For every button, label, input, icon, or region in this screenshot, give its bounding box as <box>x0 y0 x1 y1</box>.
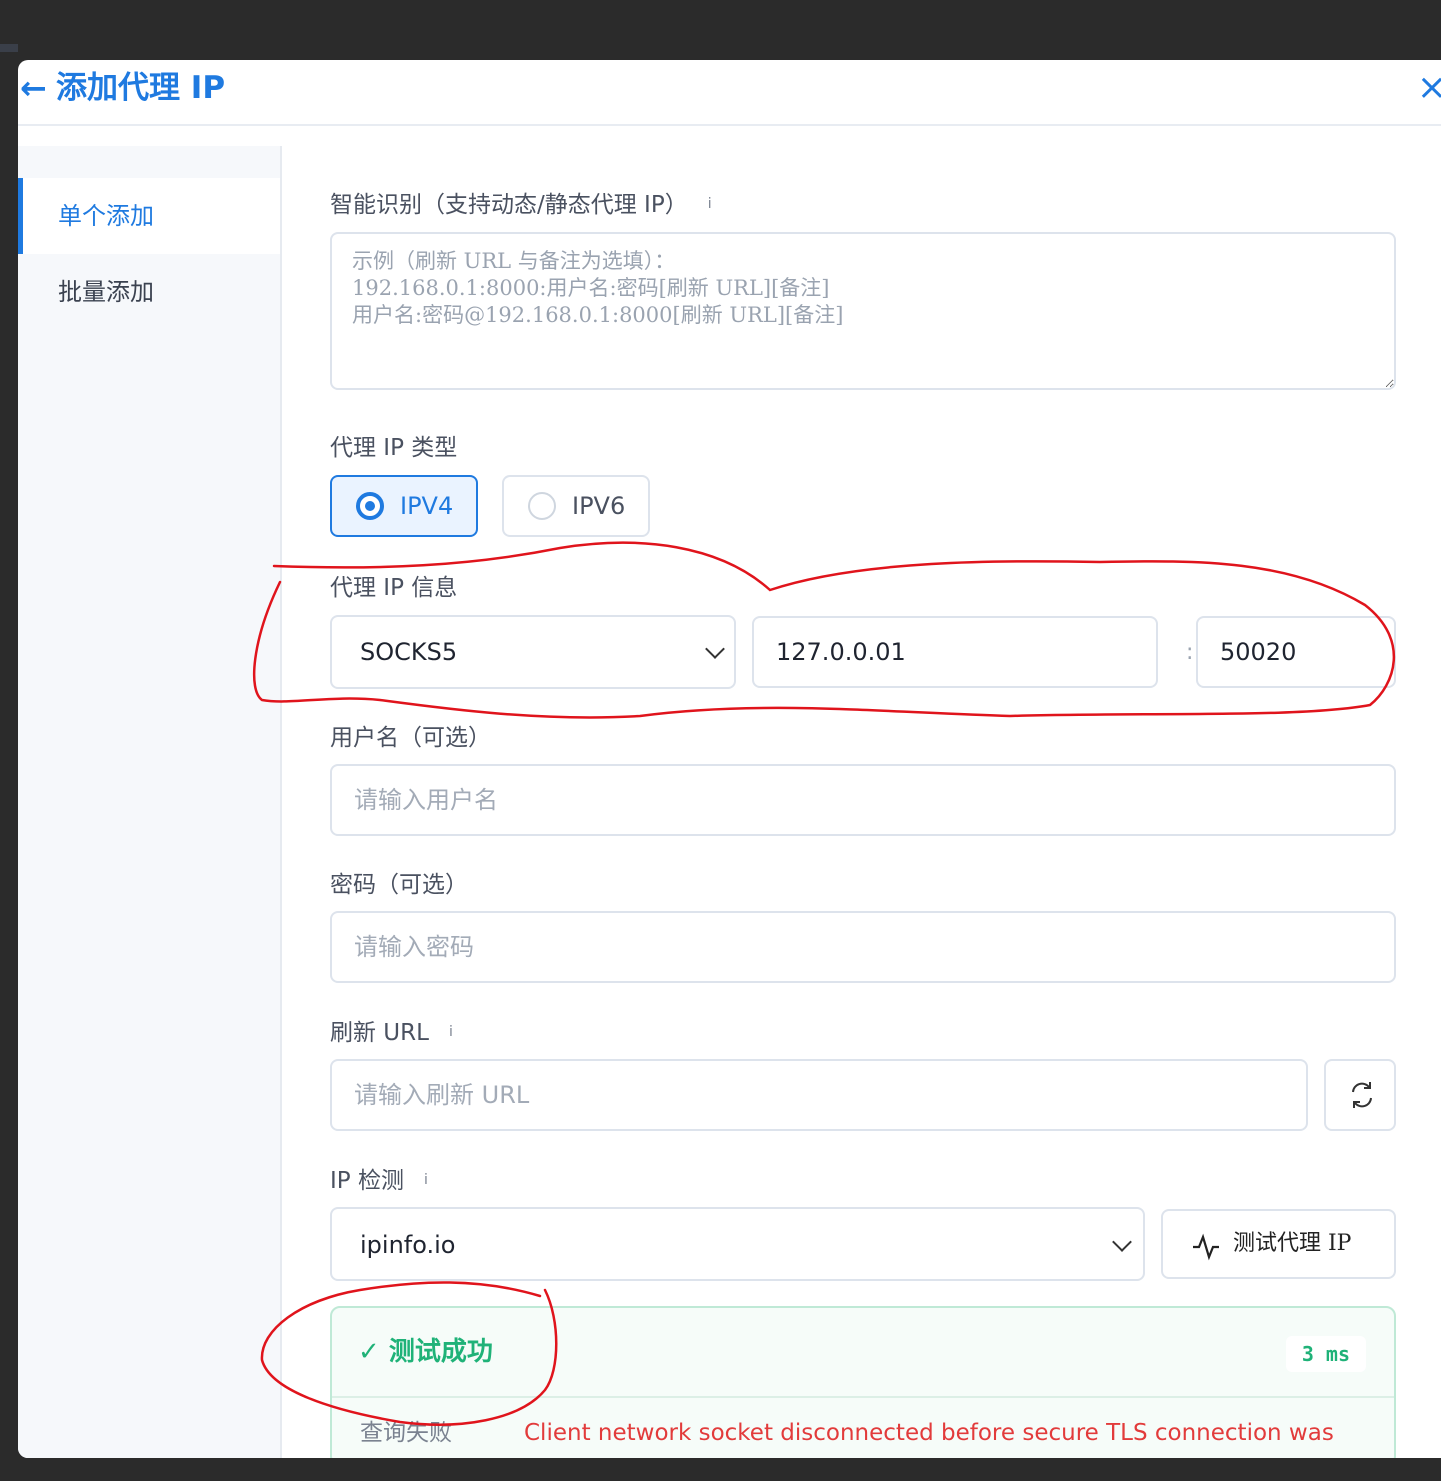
test-result-header: ✓ 测试成功 3 ms <box>332 1308 1394 1398</box>
pulse-icon <box>1193 1233 1219 1261</box>
ip-type-option-label: IPV4 <box>400 492 454 520</box>
password-label: 密码（可选） <box>330 872 468 898</box>
refresh-icon <box>1352 1082 1372 1108</box>
ip-check-service-select[interactable]: ipinfo.io <box>330 1207 1145 1281</box>
add-proxy-dialog: ← 添加代理 IP × 单个添加 批量添加 智能识别（支持动态/静态代理 IP）… <box>18 60 1441 1458</box>
sidebar-item-single-add[interactable]: 单个添加 <box>18 178 280 254</box>
sidebar: 单个添加 批量添加 <box>18 146 282 1458</box>
password-input[interactable] <box>330 911 1396 983</box>
back-arrow-icon[interactable]: ← <box>20 68 47 108</box>
smart-recognize-input[interactable] <box>330 232 1396 390</box>
info-icon[interactable]: i <box>708 196 712 212</box>
port-input[interactable] <box>1196 616 1396 688</box>
username-label: 用户名（可选） <box>330 725 491 751</box>
dialog-title: 添加代理 IP <box>56 70 226 106</box>
test-proxy-button[interactable]: 测试代理 IP <box>1161 1209 1396 1279</box>
smart-recognize-label-text: 智能识别（支持动态/静态代理 IP） <box>330 192 688 218</box>
chevron-down-icon <box>705 639 725 659</box>
ip-type-option-ipv4[interactable]: IPV4 <box>330 475 478 537</box>
ip-type-label: 代理 IP 类型 <box>330 435 458 461</box>
latency-badge: 3 ms <box>1285 1336 1366 1372</box>
refresh-url-label: 刷新 URL i <box>330 1016 453 1049</box>
result-error-text: Client network socket disconnected befor… <box>524 1420 1334 1446</box>
radio-checked-icon <box>356 492 384 520</box>
form-main: 智能识别（支持动态/静态代理 IP） i 代理 IP 类型 IPV4 IPV6 代… <box>330 60 1396 1458</box>
ip-check-label-text: IP 检测 <box>330 1168 404 1194</box>
info-icon[interactable]: i <box>449 1024 453 1040</box>
check-icon: ✓ <box>358 1337 380 1367</box>
ip-check-service-value: ipinfo.io <box>360 1231 456 1259</box>
ip-info-label: 代理 IP 信息 <box>330 575 458 601</box>
backdrop-strip <box>0 44 18 52</box>
protocol-select-value: SOCKS5 <box>360 638 458 666</box>
test-result-status: ✓ 测试成功 <box>358 1332 493 1372</box>
close-icon[interactable]: × <box>1417 66 1441 110</box>
ip-type-option-ipv6[interactable]: IPV6 <box>502 475 650 537</box>
refresh-url-label-text: 刷新 URL <box>330 1020 429 1046</box>
info-icon[interactable]: i <box>424 1172 428 1188</box>
sidebar-item-batch-add[interactable]: 批量添加 <box>18 254 280 330</box>
ip-type-option-label: IPV6 <box>572 492 626 520</box>
test-result-panel: ✓ 测试成功 3 ms 查询失败 Client network socket d… <box>330 1306 1396 1458</box>
refresh-button[interactable] <box>1324 1059 1396 1131</box>
username-input[interactable] <box>330 764 1396 836</box>
test-proxy-button-label: 测试代理 IP <box>1233 1231 1352 1256</box>
test-result-status-text: 测试成功 <box>388 1337 493 1367</box>
smart-recognize-label: 智能识别（支持动态/静态代理 IP） i <box>330 188 712 221</box>
ip-check-label: IP 检测 i <box>330 1164 428 1197</box>
result-row-label: 查询失败 <box>360 1420 452 1446</box>
radio-unchecked-icon <box>528 492 556 520</box>
protocol-select[interactable]: SOCKS5 <box>330 615 736 689</box>
host-port-separator: : <box>1186 640 1194 665</box>
chevron-down-icon <box>1112 1232 1132 1252</box>
refresh-url-input[interactable] <box>330 1059 1308 1131</box>
host-input[interactable] <box>752 616 1158 688</box>
